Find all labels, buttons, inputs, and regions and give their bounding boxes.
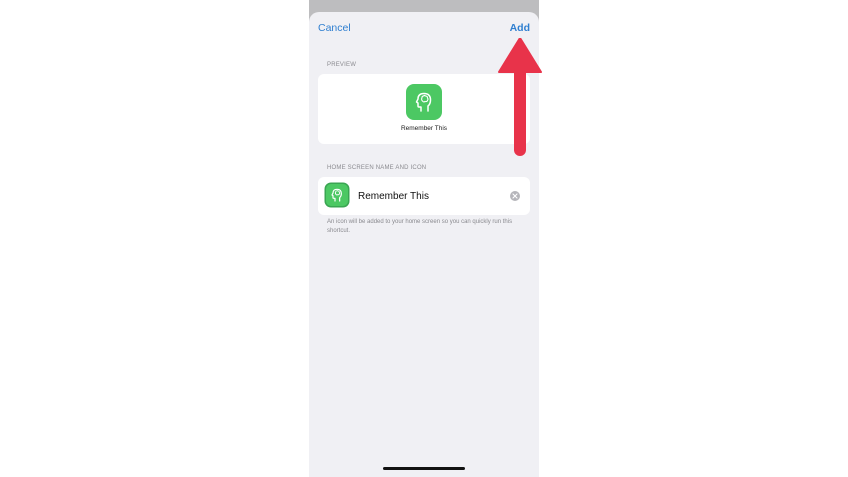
red-arrow-annotation: [498, 38, 542, 156]
arrow-shaft: [514, 66, 526, 156]
home-screen-name-row: [318, 177, 530, 215]
preview-app-icon: [406, 84, 442, 120]
home-screen-section-header: HOME SCREEN NAME AND ICON: [327, 165, 427, 171]
home-screen-name-input[interactable]: [358, 189, 498, 203]
head-brain-icon: [415, 92, 432, 112]
screenshot-stage: Cancel Add PREVIEW Remember This HOME SC…: [0, 0, 848, 477]
preview-section-header: PREVIEW: [327, 62, 357, 68]
add-button[interactable]: Add: [510, 22, 530, 34]
home-screen-footnote: An icon will be added to your home scree…: [327, 219, 513, 234]
home-indicator[interactable]: [383, 467, 465, 470]
clear-icon: [512, 193, 518, 199]
head-brain-icon: [331, 188, 342, 202]
clear-text-button[interactable]: [510, 191, 520, 201]
arrow-head: [498, 38, 542, 73]
cancel-button[interactable]: Cancel: [318, 22, 351, 34]
change-icon-button[interactable]: [326, 184, 348, 206]
